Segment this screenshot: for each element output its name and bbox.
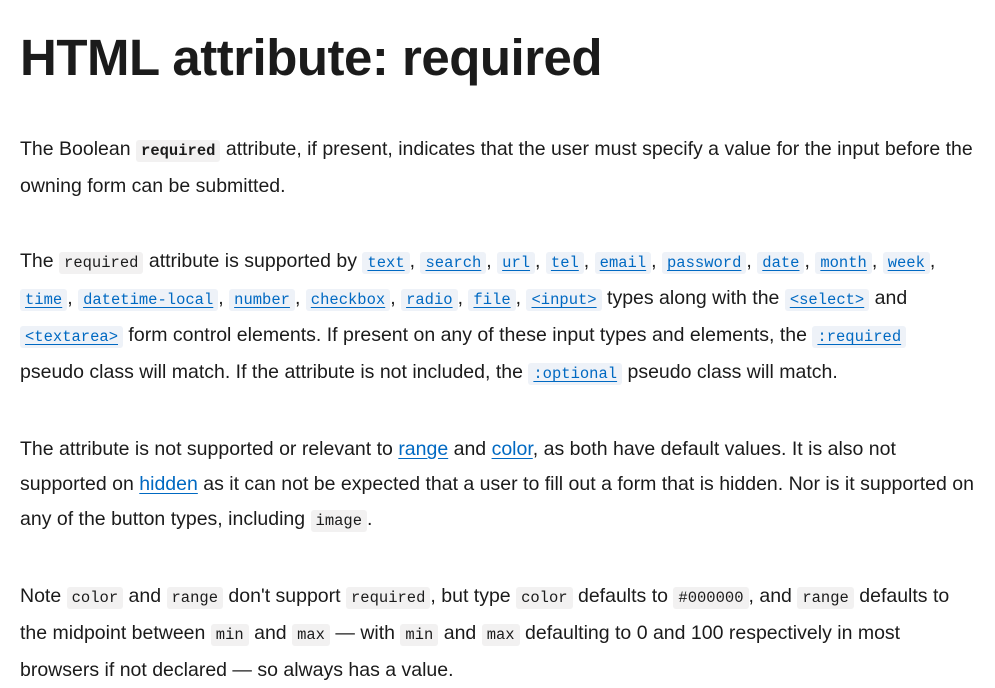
separator: , (486, 250, 498, 272)
link-required-pseudo-class[interactable]: :required (812, 324, 907, 348)
separator: , (871, 250, 883, 272)
link-type-datetime-local[interactable]: datetime-local (78, 287, 219, 311)
link-select-element[interactable]: <select> (784, 287, 870, 311)
link-code: tel (545, 252, 584, 274)
separator: , (390, 287, 402, 309)
link-color[interactable]: color (492, 438, 533, 460)
text: Note (20, 585, 67, 607)
link-code: <input> (526, 289, 602, 311)
separator: , (457, 287, 469, 309)
link-type-url[interactable]: url (497, 250, 536, 274)
separator: , (294, 287, 306, 309)
page-title: HTML attribute: required (20, 29, 603, 86)
code-min: min (400, 624, 439, 646)
code-range: range (166, 587, 224, 609)
link-code: time (20, 289, 68, 311)
code-image: image (310, 510, 368, 532)
code-required: required (346, 587, 431, 609)
code-color: color (516, 587, 573, 609)
text: and (248, 622, 293, 644)
text: The Boolean (20, 138, 137, 160)
link-code: <textarea> (20, 326, 124, 348)
link-type-checkbox[interactable]: checkbox (305, 287, 391, 311)
text: types along with the (601, 287, 785, 309)
link-code: radio (401, 289, 458, 311)
link-type-week[interactable]: week (882, 250, 930, 274)
text: and (123, 585, 167, 607)
link-code: :required (812, 326, 907, 348)
separator: , (651, 250, 662, 272)
link-code: password (662, 252, 747, 274)
separator: , (409, 250, 421, 272)
separator: , (218, 287, 230, 309)
code-default-color: #000000 (673, 587, 749, 609)
separator: , (67, 287, 79, 309)
link-hidden[interactable]: hidden (139, 473, 198, 495)
link-code: month (815, 252, 872, 274)
code-range: range (797, 587, 854, 609)
intro-paragraph: The Boolean required attribute, if prese… (20, 132, 975, 204)
link-code: week (882, 252, 930, 274)
separator: , (535, 250, 546, 272)
code-required: required (59, 252, 144, 274)
text: The attribute is not supported or releva… (20, 438, 399, 460)
code-max: max (481, 624, 520, 646)
code-max: max (292, 624, 330, 646)
link-type-file[interactable]: file (468, 287, 516, 311)
link-code: url (497, 252, 536, 274)
code-color: color (66, 587, 124, 609)
separator: , (804, 250, 816, 272)
link-type-password[interactable]: password (662, 250, 747, 274)
link-code: email (594, 252, 652, 274)
code-required: required (136, 140, 221, 162)
separator: , (515, 287, 527, 309)
link-code: <select> (784, 289, 870, 311)
separator: , (929, 250, 936, 272)
link-type-search[interactable]: search (420, 250, 487, 274)
text: pseudo class will match. (622, 361, 838, 383)
unsupported-paragraph: The attribute is not supported or releva… (20, 432, 975, 539)
link-type-tel[interactable]: tel (545, 250, 584, 274)
text: — with (329, 622, 401, 644)
separator: , (746, 250, 758, 272)
link-type-text[interactable]: text (362, 250, 410, 274)
link-textarea-element[interactable]: <textarea> (20, 324, 124, 348)
text: attribute is supported by (143, 250, 363, 272)
text: pseudo class will match. If the attribut… (20, 361, 529, 383)
text: and (438, 622, 482, 644)
text: , and (748, 585, 798, 607)
text: form control elements. If present on any… (123, 324, 813, 346)
link-range[interactable]: range (398, 438, 448, 460)
article: HTML attribute: required The Boolean req… (0, 0, 995, 688)
text: . (367, 508, 373, 530)
link-code: text (362, 252, 410, 274)
link-input-element[interactable]: <input> (526, 287, 602, 311)
text: The (20, 250, 60, 272)
code-min: min (210, 624, 249, 646)
text: , but type (430, 585, 517, 607)
link-code: date (757, 252, 805, 274)
text: and (448, 438, 492, 460)
link-optional-pseudo-class[interactable]: :optional (528, 361, 623, 385)
link-type-radio[interactable]: radio (401, 287, 458, 311)
support-paragraph: The required attribute is supported by t… (20, 244, 975, 392)
link-type-time[interactable]: time (20, 287, 68, 311)
link-code: number (229, 289, 295, 311)
note-paragraph: Note color and range don't support requi… (20, 579, 975, 688)
link-code: datetime-local (78, 289, 219, 311)
link-type-email[interactable]: email (594, 250, 652, 274)
link-code: :optional (528, 363, 623, 385)
link-code: file (468, 289, 516, 311)
text: defaults to (572, 585, 674, 607)
link-type-date[interactable]: date (757, 250, 805, 274)
link-code: checkbox (305, 289, 391, 311)
link-type-number[interactable]: number (229, 287, 295, 311)
separator: , (583, 250, 595, 272)
link-type-month[interactable]: month (815, 250, 872, 274)
text: and (869, 287, 908, 309)
link-code: search (420, 252, 487, 274)
text: don't support (223, 585, 346, 607)
